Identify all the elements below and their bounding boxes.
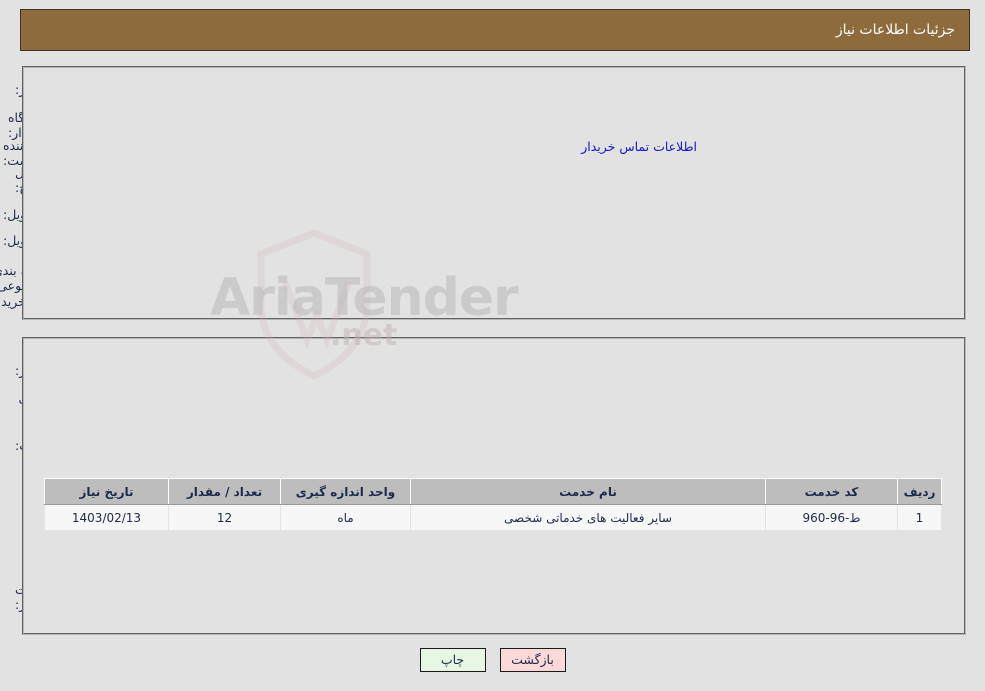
table-row: 1 ط-96-960 سایر فعالیت های خدماتی شخصی م…	[44, 504, 942, 531]
cell-code: ط-96-960	[765, 504, 898, 531]
cell-index: 1	[897, 504, 942, 531]
page-title: جزئیات اطلاعات نیاز	[835, 22, 955, 38]
services-table: ردیف کد خدمت نام خدمت واحد اندازه گیری ت…	[44, 478, 942, 531]
th-code: کد خدمت	[765, 478, 898, 505]
table-header-row: ردیف کد خدمت نام خدمت واحد اندازه گیری ت…	[44, 478, 942, 505]
cell-unit: ماه	[280, 504, 411, 531]
th-index: ردیف	[897, 478, 942, 505]
cell-qty: 12	[168, 504, 281, 531]
action-buttons: بازگشت چاپ	[0, 648, 985, 672]
print-button[interactable]: چاپ	[419, 648, 486, 672]
buyer-contact-link[interactable]: اطلاعات تماس خریدار	[581, 139, 697, 154]
page-title-bar: جزئیات اطلاعات نیاز	[20, 9, 970, 51]
need-info-panel	[22, 66, 966, 320]
th-name: نام خدمت	[410, 478, 766, 505]
back-button[interactable]: بازگشت	[499, 648, 566, 672]
th-qty: تعداد / مقدار	[168, 478, 281, 505]
cell-name: سایر فعالیت های خدماتی شخصی	[410, 504, 766, 531]
th-need-date: تاریخ نیاز	[44, 478, 169, 505]
cell-need-date: 1403/02/13	[44, 504, 169, 531]
th-unit: واحد اندازه گیری	[280, 478, 411, 505]
